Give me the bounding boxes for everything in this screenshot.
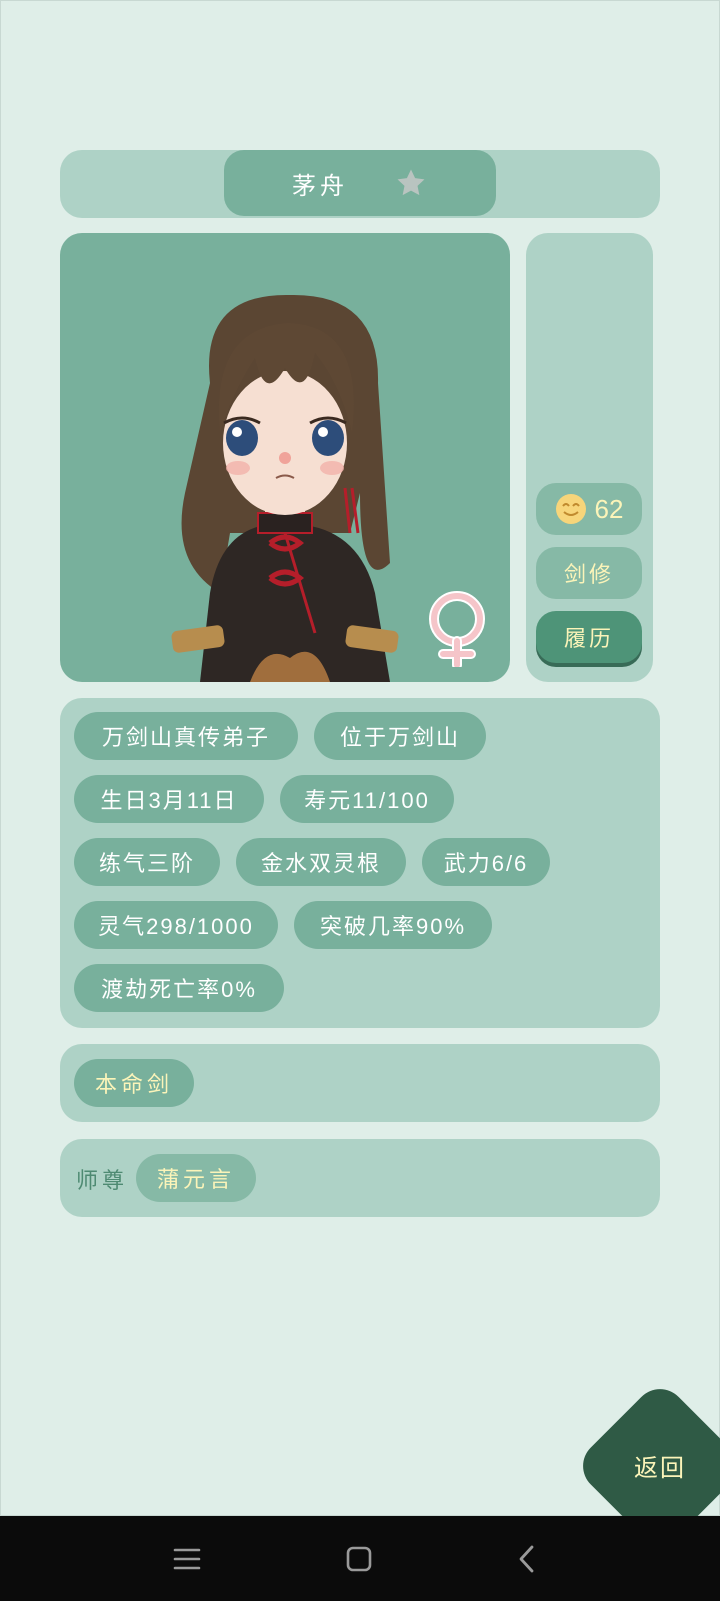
tag-tribulation-death-rate: 渡劫死亡率0% [74,964,284,1012]
character-portrait [60,233,510,682]
sect-button[interactable]: 剑修 [536,547,642,599]
tag-birthday: 生日3月11日 [74,775,264,823]
mood-value: 62 [594,493,624,524]
star-icon[interactable] [394,166,428,200]
side-panel: 62 剑修 履历 [526,233,653,682]
natal-sword-button[interactable]: 本命剑 [74,1059,194,1107]
tag-force: 武力6/6 [422,838,550,886]
tag-breakthrough-rate: 突破几率90% [294,901,492,949]
female-symbol-icon [429,591,485,667]
natal-sword-panel: 本命剑 [60,1044,660,1122]
name-bar: 茅舟 [60,150,660,218]
character-name: 茅舟 [292,171,348,200]
master-name-button[interactable]: 蒲元言 [136,1154,256,1202]
tag-spirit-root: 金水双灵根 [236,838,406,886]
tag-lifespan: 寿元11/100 [280,775,454,823]
home-square-icon[interactable] [342,1542,376,1576]
tag-cultivation-level: 练气三阶 [74,838,220,886]
tag-spirit-energy: 灵气298/1000 [74,901,278,949]
tag-location: 位于万剑山 [314,712,486,760]
master-label: 师尊 [76,1169,129,1194]
back-chevron-icon[interactable] [510,1542,544,1576]
back-button-label[interactable]: 返回 [634,1448,686,1483]
system-navbar [0,1516,720,1601]
smiling-face-icon [555,494,586,524]
info-panel: 万剑山真传弟子 位于万剑山 生日3月11日 寿元11/100 练气三阶 金水双灵… [60,698,660,1028]
menu-icon[interactable] [170,1542,204,1576]
history-button[interactable]: 履历 [536,611,642,663]
mood-indicator[interactable]: 62 [536,483,642,535]
master-panel: 师尊 蒲元言 [60,1139,660,1217]
name-tab[interactable]: 茅舟 [224,150,496,216]
tag-identity: 万剑山真传弟子 [74,712,298,760]
back-button-area [560,1370,720,1516]
